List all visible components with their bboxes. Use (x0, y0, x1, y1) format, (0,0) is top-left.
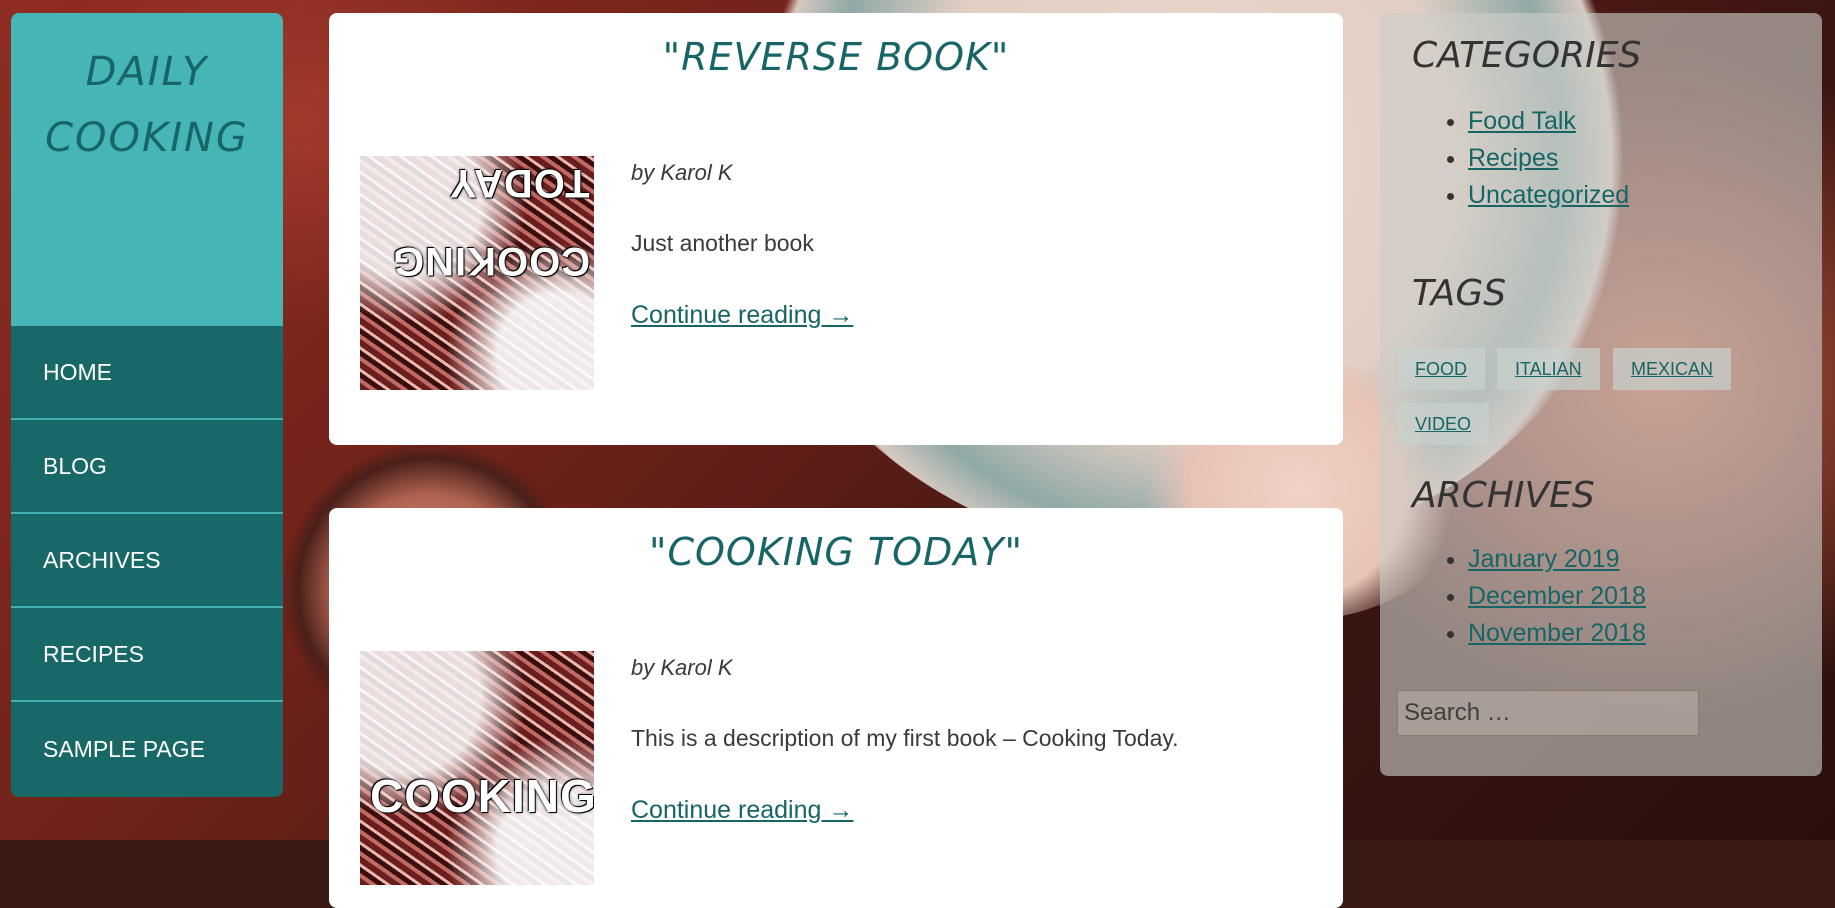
archive-link-november-2018[interactable]: November 2018 (1468, 619, 1646, 647)
list-item: November 2018 (1468, 615, 1646, 652)
post-meta: by Karol K Just another book Continue re… (631, 156, 853, 390)
sidebar: CATEGORIES Food Talk Recipes Uncategoriz… (1380, 13, 1822, 776)
nav-item-home[interactable]: HOME (11, 326, 283, 420)
post-body: COOKING by Karol K This is a description… (360, 651, 1179, 885)
archives-heading: ARCHIVES (1412, 475, 1595, 516)
continue-reading-link[interactable]: Continue reading → (631, 796, 853, 824)
thumbnail-text: COOKING (391, 239, 590, 283)
nav-item-recipes[interactable]: RECIPES (11, 608, 283, 702)
post-byline: by Karol K (631, 160, 733, 185)
thumbnail-artwork (360, 651, 594, 885)
post-card: "COOKING TODAY" COOKING by Karol K This … (329, 508, 1343, 908)
post-title[interactable]: "REVERSE BOOK" (329, 13, 1343, 79)
categories-heading: CATEGORIES (1412, 35, 1642, 76)
post-byline: by Karol K (631, 655, 733, 680)
post-excerpt: This is a description of my first book –… (631, 725, 1179, 751)
post-meta: by Karol K This is a description of my f… (631, 651, 1179, 885)
tag-video[interactable]: VIDEO (1397, 403, 1490, 445)
search-input[interactable] (1397, 690, 1699, 736)
continue-reading-link[interactable]: Continue reading → (631, 301, 853, 329)
thumbnail-text: COOKING (370, 770, 594, 822)
categories-list: Food Talk Recipes Uncategorized (1432, 103, 1629, 214)
archive-link-december-2018[interactable]: December 2018 (1468, 582, 1646, 610)
list-item: January 2019 (1468, 541, 1646, 578)
tag-italian[interactable]: ITALIAN (1497, 348, 1600, 390)
list-item: Food Talk (1468, 103, 1629, 140)
site-branding[interactable]: DAILY COOKING (11, 13, 283, 326)
archive-link-january-2019[interactable]: January 2019 (1468, 545, 1620, 573)
post-body: TODAY COOKING by Karol K Just another bo… (360, 156, 853, 390)
tag-mexican[interactable]: MEXICAN (1613, 348, 1732, 390)
tag-food[interactable]: FOOD (1397, 348, 1485, 390)
list-item: December 2018 (1468, 578, 1646, 615)
category-link-uncategorized[interactable]: Uncategorized (1468, 181, 1629, 209)
left-navigation: DAILY COOKING HOME BLOG ARCHIVES RECIPES… (11, 13, 283, 797)
category-link-food-talk[interactable]: Food Talk (1468, 107, 1576, 135)
list-item: Recipes (1468, 140, 1629, 177)
site-title-line2[interactable]: COOKING (11, 105, 283, 171)
tags-heading: TAGS (1412, 273, 1507, 314)
archives-list: January 2019 December 2018 November 2018 (1432, 541, 1646, 652)
post-card: "REVERSE BOOK" TODAY COOKING by Karol K … (329, 13, 1343, 445)
nav-item-blog[interactable]: BLOG (11, 420, 283, 514)
site-title-line1[interactable]: DAILY (11, 39, 283, 105)
main-menu: HOME BLOG ARCHIVES RECIPES SAMPLE PAGE (11, 326, 283, 797)
post-title[interactable]: "COOKING TODAY" (329, 508, 1343, 574)
list-item: Uncategorized (1468, 177, 1629, 214)
nav-item-sample-page[interactable]: SAMPLE PAGE (11, 702, 283, 796)
post-thumbnail[interactable]: TODAY COOKING (360, 156, 594, 390)
post-excerpt: Just another book (631, 230, 814, 256)
category-link-recipes[interactable]: Recipes (1468, 144, 1558, 172)
post-thumbnail[interactable]: COOKING (360, 651, 594, 885)
nav-item-archives[interactable]: ARCHIVES (11, 514, 283, 608)
thumbnail-text: TODAY (449, 161, 590, 205)
